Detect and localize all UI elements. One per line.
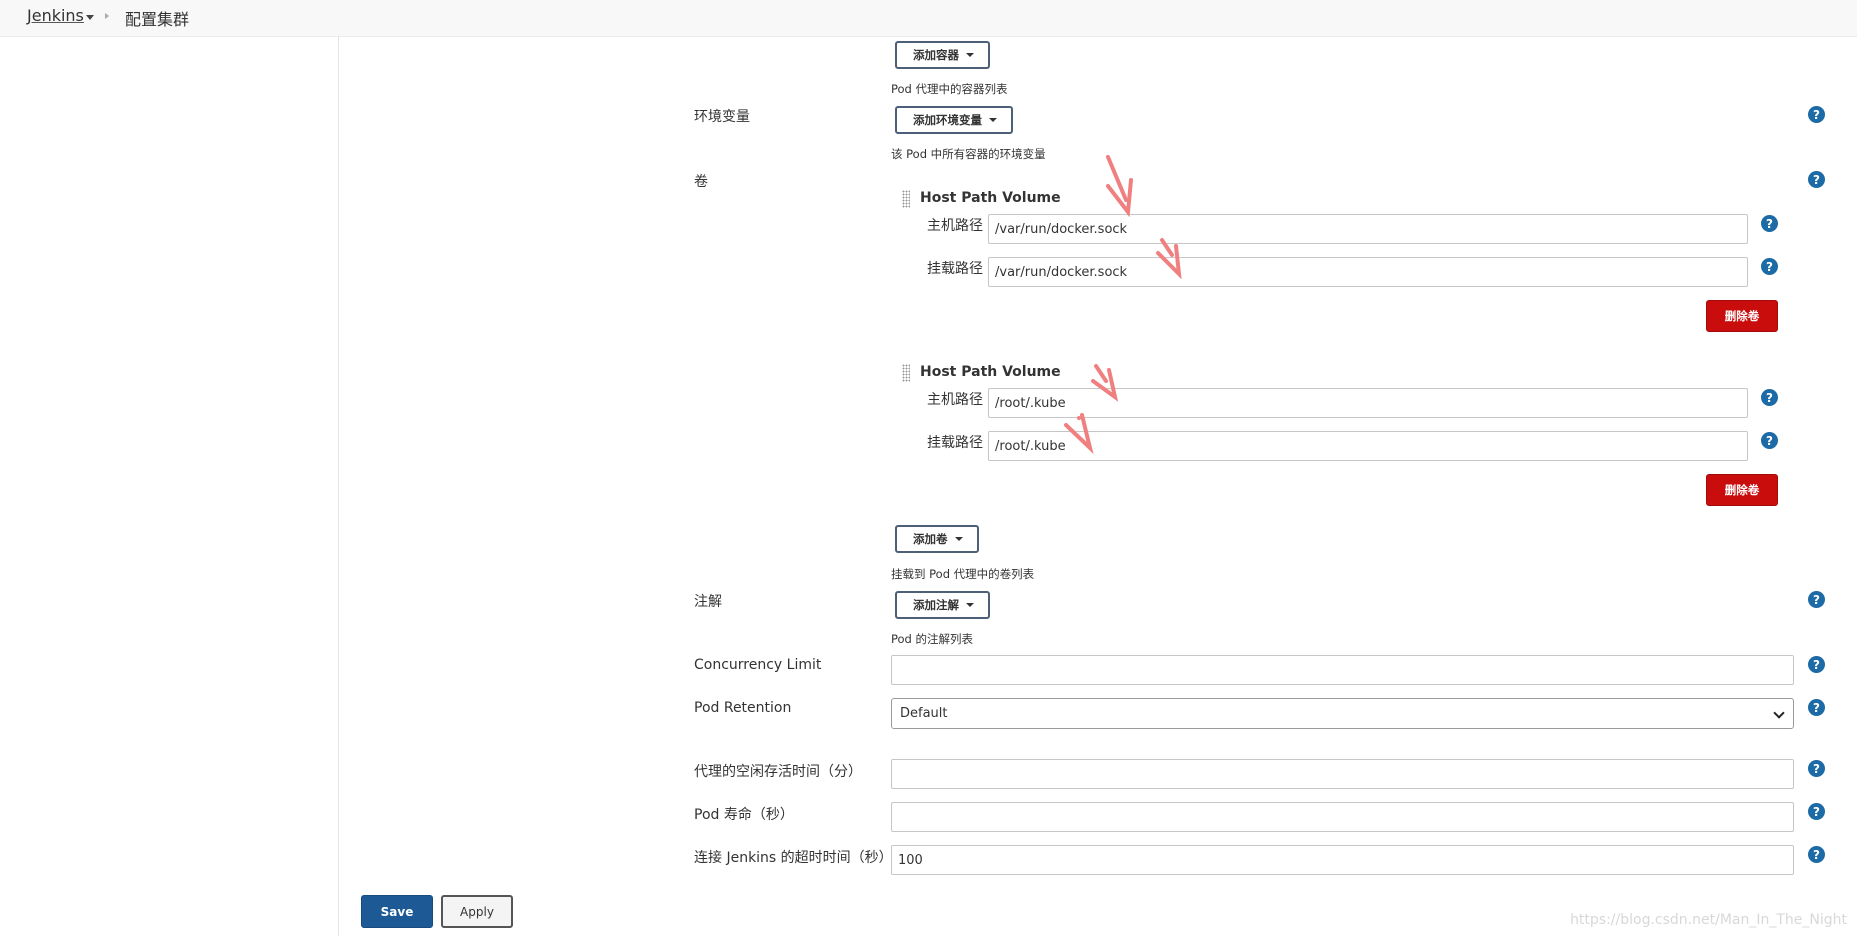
annotation-arrow-icon xyxy=(1156,238,1182,280)
watermark: https://blog.csdn.net/Man_In_The_Night xyxy=(1570,912,1847,928)
annotation-arrow-icon xyxy=(1106,155,1133,218)
annotation-arrows xyxy=(1064,155,1182,455)
annotation-arrow-icon xyxy=(1064,413,1094,455)
annotation-arrow-icon xyxy=(1091,364,1119,402)
